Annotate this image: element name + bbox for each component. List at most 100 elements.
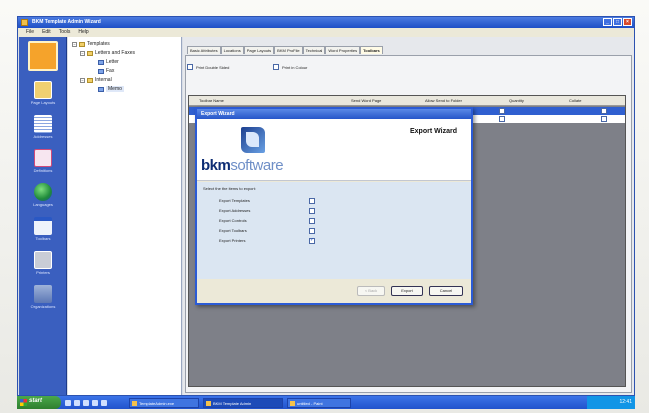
close-button[interactable]: ×	[623, 18, 632, 26]
menu-file[interactable]: File	[26, 29, 34, 37]
address-icon	[34, 115, 52, 133]
tab-page-layouts[interactable]: Page Layouts	[243, 46, 275, 54]
print-in-colour-option[interactable]: Print in Colour	[273, 64, 307, 70]
start-button[interactable]: start	[17, 396, 61, 409]
tab-locations[interactable]: Locations	[220, 46, 244, 54]
brand-name: bkmsoftware	[201, 157, 284, 174]
taskbar-button[interactable]: BKM Template Admin	[203, 397, 283, 408]
export-addresses-checkbox[interactable]	[309, 208, 315, 214]
export-toolbars-checkbox[interactable]	[309, 228, 315, 234]
sidebar-item-languages[interactable]: Languages	[22, 183, 64, 207]
export-printers-checkbox[interactable]	[309, 238, 315, 244]
menu-help[interactable]: Help	[78, 29, 88, 37]
module-sidebar: Page Layouts Addresses Definitions Langu…	[19, 37, 67, 395]
tree-node-fax[interactable]: Fax	[98, 68, 114, 74]
tree-label: Memo	[106, 86, 124, 92]
tree-label: Letters and Faxes	[95, 50, 136, 56]
toolbar-icon	[34, 217, 52, 235]
brand-rest: software	[230, 157, 284, 174]
quick-launch-icon[interactable]	[74, 399, 80, 406]
bkm-logo-icon	[241, 127, 265, 153]
col-quantity[interactable]: Quantity	[509, 98, 524, 103]
document-icon	[98, 59, 104, 65]
back-button[interactable]: < Back	[357, 286, 385, 296]
template-tree: − Templates − Letters and Faxes Letter F…	[68, 37, 182, 395]
export-prompt: Select the the items to export:	[203, 186, 256, 191]
export-button[interactable]: Export	[391, 286, 423, 296]
tree-label: Fax	[106, 68, 115, 74]
print-double-sided-option[interactable]: Print Double Sided	[187, 64, 229, 70]
collapse-icon[interactable]: −	[80, 50, 85, 56]
export-templates-label: Export Templates	[219, 198, 250, 203]
maximize-button[interactable]: □	[613, 18, 622, 26]
export-controls-label: Export Controls	[219, 218, 247, 223]
dialog-body: Select the the items to export: Export T…	[197, 182, 471, 282]
option-label: Print in Colour	[282, 64, 308, 70]
minimize-button[interactable]: _	[603, 18, 612, 26]
sidebar-item-addresses[interactable]: Addresses	[22, 115, 64, 139]
quick-launch-icon[interactable]	[92, 399, 98, 406]
col-toolbar-name[interactable]: Toolbar Name	[199, 98, 224, 103]
sidebar-item-page-layouts[interactable]: Page Layouts	[22, 81, 64, 105]
col-collate[interactable]: Collate	[569, 98, 581, 103]
tree-node-letters-faxes[interactable]: − Letters and Faxes	[80, 50, 135, 56]
menu-tools[interactable]: Tools	[59, 29, 71, 37]
title-bar: BKM Template Admin Wizard _ □ ×	[18, 17, 634, 28]
menu-edit[interactable]: Edit	[42, 29, 51, 37]
grid-header: Toolbar Name Send Word Page Allow Send t…	[189, 96, 625, 106]
sidebar-item-label: Addresses	[33, 134, 53, 139]
wizard-heading: Export Wizard	[410, 128, 457, 135]
sidebar-item-definitions[interactable]: Definitions	[22, 149, 64, 173]
sidebar-item-label: Organizations	[30, 304, 56, 309]
tree-node-memo[interactable]: Memo	[98, 86, 124, 92]
sidebar-item-templates[interactable]	[22, 41, 64, 72]
folder-icon	[79, 41, 85, 47]
row-checkbox[interactable]	[601, 116, 607, 122]
cancel-button[interactable]: Cancel	[429, 286, 463, 296]
export-templates-checkbox[interactable]	[309, 198, 315, 204]
menu-bar: File Edit Tools Help	[18, 28, 634, 37]
tab-bkm-profile[interactable]: BKM ProFile	[274, 46, 303, 54]
document-icon	[98, 68, 104, 74]
tree-label: Letter	[106, 59, 119, 65]
taskbar-button[interactable]: TemplateAdmin.exe	[129, 397, 199, 408]
tab-word-properties[interactable]: Word Properties	[325, 46, 361, 54]
quick-launch	[65, 399, 107, 406]
sidebar-item-toolbars[interactable]: Toolbars	[22, 217, 64, 241]
sidebar-item-printers[interactable]: Printers	[22, 251, 64, 275]
export-printers-label: Export Printers	[219, 238, 246, 243]
option-label: Print Double Sided	[196, 64, 230, 70]
export-addresses-label: Export Addresses	[219, 208, 251, 213]
dialog-title: Export Wizard	[197, 109, 471, 119]
quick-launch-icon[interactable]	[65, 399, 71, 406]
system-tray-clock: 12:41	[587, 396, 635, 409]
property-tabs: Basic Attributes Locations Page Layouts …	[187, 46, 383, 54]
sidebar-item-organizations[interactable]: Organizations	[22, 285, 64, 309]
folder-icon	[87, 77, 93, 83]
taskbar-button[interactable]: untitled - Paint	[287, 397, 351, 408]
row-checkbox[interactable]	[601, 108, 607, 114]
col-allow-send[interactable]: Allow Send to Folder	[425, 98, 462, 103]
row-checkbox[interactable]	[499, 116, 505, 122]
print-in-colour-checkbox[interactable]	[273, 64, 279, 70]
quick-launch-icon[interactable]	[83, 399, 89, 406]
tab-technical[interactable]: Technical	[302, 46, 326, 54]
col-send-word-page[interactable]: Send Word Page	[351, 98, 381, 103]
template-icon	[28, 41, 58, 71]
print-double-sided-checkbox[interactable]	[187, 64, 193, 70]
folder-icon	[87, 50, 93, 56]
export-controls-checkbox[interactable]	[309, 218, 315, 224]
row-checkbox[interactable]	[499, 108, 505, 114]
tree-node-root[interactable]: − Templates	[72, 41, 110, 47]
tree-label: Internal	[95, 77, 112, 83]
app-icon	[21, 19, 28, 26]
printer-icon	[34, 251, 52, 269]
collapse-icon[interactable]: −	[72, 41, 77, 47]
quick-launch-icon[interactable]	[101, 399, 107, 406]
tree-node-internal[interactable]: − Internal	[80, 77, 112, 83]
sidebar-item-label: Printers	[36, 270, 50, 275]
tab-basic-attributes[interactable]: Basic Attributes	[187, 46, 221, 54]
tree-node-letter[interactable]: Letter	[98, 59, 119, 65]
tab-toolbars[interactable]: Toolbars	[360, 46, 383, 54]
collapse-icon[interactable]: −	[80, 77, 85, 83]
